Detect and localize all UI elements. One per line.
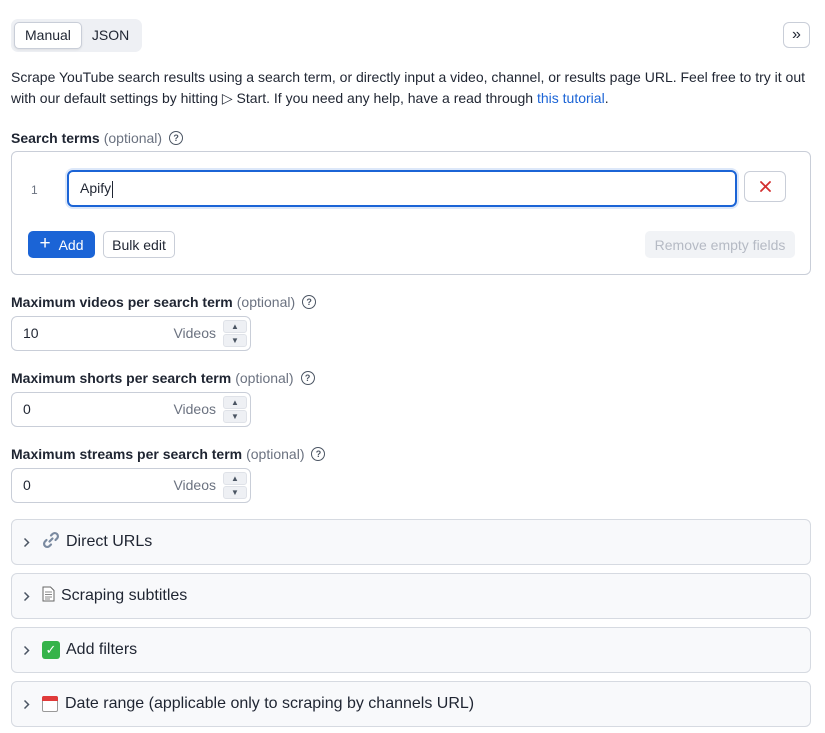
increment-button[interactable]: ▲ <box>223 472 247 485</box>
max-videos-input[interactable]: 10 Videos ▲ ▼ <box>11 316 251 351</box>
description: Scrape YouTube search results using a se… <box>11 67 816 109</box>
bulk-edit-button[interactable]: Bulk edit <box>103 231 175 258</box>
optional-tag: (optional) <box>103 130 163 146</box>
row-index: 1 <box>31 183 38 197</box>
max-videos-title: Maximum videos per search term <box>11 294 233 310</box>
max-shorts-input[interactable]: 0 Videos ▲ ▼ <box>11 392 251 427</box>
increment-button[interactable]: ▲ <box>223 320 247 333</box>
decrement-button[interactable]: ▼ <box>223 410 247 423</box>
plus-icon: + <box>39 233 51 254</box>
max-streams-label: Maximum streams per search term (optiona… <box>11 446 326 462</box>
decrement-button[interactable]: ▼ <box>223 334 247 347</box>
remove-empty-fields-button[interactable]: Remove empty fields <box>645 231 795 258</box>
max-videos-label: Maximum videos per search term (optional… <box>11 294 317 310</box>
input-form: Manual JSON » Scrape YouTube search resu… <box>0 0 825 733</box>
section-date-range[interactable]: Date range (applicable only to scraping … <box>11 681 811 727</box>
remove-row-button[interactable] <box>744 171 786 202</box>
chevron-right-icon <box>23 645 33 656</box>
add-button-label: Add <box>58 236 84 253</box>
increment-button[interactable]: ▲ <box>223 396 247 409</box>
optional-tag: (optional) <box>235 370 294 386</box>
max-streams-value: 0 <box>23 477 31 493</box>
help-icon[interactable]: ? <box>169 131 184 145</box>
section-add-filters[interactable]: ✓ Add filters <box>11 627 811 673</box>
close-icon <box>759 181 771 192</box>
add-button[interactable]: + Add <box>28 231 95 258</box>
manual-tab[interactable]: Manual <box>14 22 82 49</box>
chevron-right-icon <box>23 591 33 602</box>
chevron-right-icon <box>23 699 33 710</box>
optional-tag: (optional) <box>236 294 296 310</box>
expand-button[interactable]: » <box>783 22 810 48</box>
max-shorts-unit: Videos <box>173 401 216 417</box>
section-direct-urls[interactable]: Direct URLs <box>11 519 811 565</box>
max-streams-unit: Videos <box>173 477 216 493</box>
max-shorts-label: Maximum shorts per search term (optional… <box>11 370 315 386</box>
description-text: Scrape YouTube search results using a se… <box>11 69 806 106</box>
calendar-icon <box>42 696 58 712</box>
mode-toggle: Manual JSON <box>11 19 143 52</box>
document-icon <box>42 586 55 607</box>
max-videos-value: 10 <box>23 325 39 341</box>
link-icon <box>42 531 60 554</box>
max-videos-unit: Videos <box>173 325 216 341</box>
decrement-button[interactable]: ▼ <box>223 486 247 499</box>
section-scraping-subtitles[interactable]: Scraping subtitles <box>11 573 811 619</box>
help-icon[interactable]: ? <box>302 295 317 309</box>
max-streams-input[interactable]: 0 Videos ▲ ▼ <box>11 468 251 503</box>
tutorial-link[interactable]: this tutorial <box>537 90 605 106</box>
section-label: Date range (applicable only to scraping … <box>65 695 475 712</box>
search-term-input[interactable]: Apify <box>67 170 737 207</box>
max-shorts-value: 0 <box>23 401 31 417</box>
json-tab[interactable]: JSON <box>82 22 139 49</box>
text-caret <box>112 180 114 198</box>
section-label: Direct URLs <box>66 533 153 550</box>
search-terms-title: Search terms <box>11 130 100 146</box>
section-label: Add filters <box>66 641 138 658</box>
check-icon: ✓ <box>42 641 60 659</box>
chevron-right-icon <box>23 537 33 548</box>
search-terms-label: Search terms (optional) ? <box>11 130 184 146</box>
max-shorts-title: Maximum shorts per search term <box>11 370 232 386</box>
optional-tag: (optional) <box>246 446 305 462</box>
search-term-value: Apify <box>80 180 112 196</box>
max-streams-title: Maximum streams per search term <box>11 446 243 462</box>
help-icon[interactable]: ? <box>300 371 315 385</box>
description-end: . <box>604 90 609 106</box>
section-label: Scraping subtitles <box>61 587 188 604</box>
help-icon[interactable]: ? <box>311 447 326 461</box>
